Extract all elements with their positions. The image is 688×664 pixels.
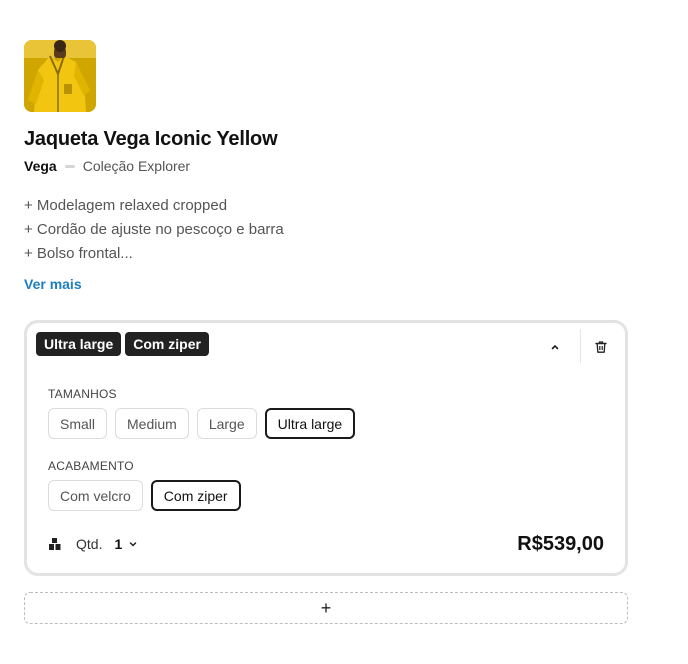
collapse-button[interactable] <box>543 335 567 359</box>
selected-variant-tags: Ultra large Com ziper <box>36 332 209 356</box>
delete-button[interactable] <box>589 335 613 359</box>
sizes-label: TAMANHOS <box>48 387 117 401</box>
size-option-medium[interactable]: Medium <box>115 408 189 439</box>
chevron-down-icon <box>130 542 137 547</box>
see-more-link[interactable]: Ver mais <box>24 276 82 292</box>
quantity-selector[interactable]: Qtd. 1 <box>48 536 138 552</box>
finish-options: Com velcro Com ziper <box>48 480 241 511</box>
chevron-up-icon <box>551 345 559 350</box>
add-variant-button[interactable]: + <box>24 592 628 624</box>
feature-item: + Modelagem relaxed cropped <box>24 197 228 214</box>
feature-item: + Cordão de ajuste no pescoço e barra <box>24 221 284 238</box>
feature-list: + Modelagem relaxed cropped + Cordão de … <box>24 194 284 266</box>
header-divider <box>580 329 581 363</box>
separator-dash <box>64 164 75 168</box>
plus-icon: + <box>320 598 332 618</box>
finish-option-ziper[interactable]: Com ziper <box>150 480 241 511</box>
size-option-ultra-large[interactable]: Ultra large <box>264 408 356 439</box>
feature-item: + Bolso frontal... <box>24 245 133 262</box>
size-options: Small Medium Large Ultra large <box>48 408 356 439</box>
finish-label: ACABAMENTO <box>48 459 134 473</box>
variant-card: Ultra large Com ziper TAMANHOS Small Med… <box>24 320 628 576</box>
quantity-value: 1 <box>114 536 123 552</box>
trash-icon <box>595 341 607 353</box>
boxes-icon <box>49 538 61 550</box>
variant-price: R$539,00 <box>517 533 604 555</box>
size-option-large[interactable]: Large <box>196 408 257 439</box>
product-image <box>24 40 96 112</box>
finish-option-velcro[interactable]: Com velcro <box>48 480 143 511</box>
size-option-small[interactable]: Small <box>48 408 108 439</box>
collection-name: Coleção Explorer <box>82 158 191 174</box>
product-brand-line: Vega Coleção Explorer <box>24 158 190 174</box>
product-title: Jaqueta Vega Iconic Yellow <box>24 128 278 150</box>
brand-name: Vega <box>24 158 57 174</box>
selected-size-tag: Ultra large <box>36 332 122 356</box>
quantity-label: Qtd. <box>76 536 103 552</box>
selected-finish-tag: Com ziper <box>125 332 209 356</box>
